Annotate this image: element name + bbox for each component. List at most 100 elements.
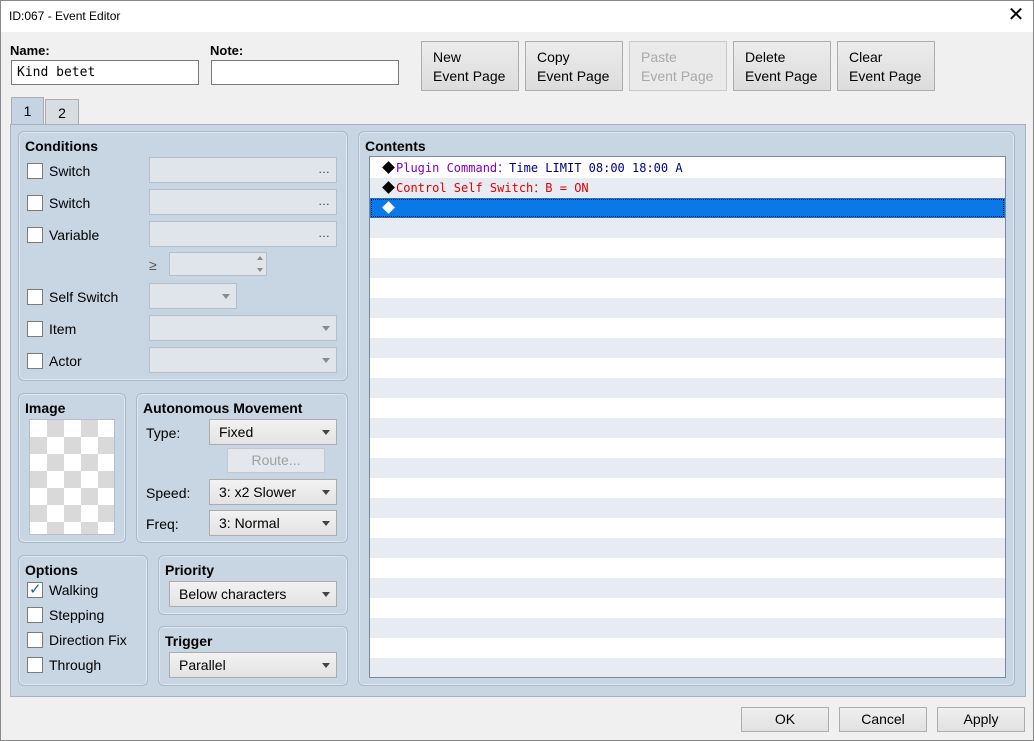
spin-down-icon[interactable] — [257, 268, 263, 272]
movement-speed-value: 3: x2 Slower — [219, 484, 297, 500]
chevron-down-icon — [322, 326, 330, 331]
variable-value-spinner[interactable] — [169, 252, 267, 276]
direction-fix-checkbox[interactable] — [27, 632, 43, 648]
condition-checkbox[interactable] — [27, 353, 43, 369]
clear-event-page-button[interactable]: Clear Event Page — [837, 41, 935, 91]
condition-label: Variable — [49, 227, 100, 243]
condition-picker[interactable]: … — [149, 157, 337, 183]
stepping-checkbox[interactable] — [27, 607, 43, 623]
condition-dropdown[interactable] — [149, 315, 337, 341]
chevron-down-icon — [322, 490, 330, 495]
chevron-down-icon — [322, 592, 330, 597]
apply-button[interactable]: Apply — [937, 707, 1025, 732]
command-row[interactable] — [370, 318, 1005, 338]
movement-speed-dropdown[interactable]: 3: x2 Slower — [209, 479, 337, 505]
command-row[interactable] — [370, 298, 1005, 318]
spin-up-icon[interactable] — [257, 256, 263, 260]
command-row[interactable] — [370, 578, 1005, 598]
command-row[interactable] — [370, 378, 1005, 398]
command-row[interactable] — [370, 618, 1005, 638]
delete-event-page-button[interactable]: Delete Event Page — [733, 41, 831, 91]
movement-freq-dropdown[interactable]: 3: Normal — [209, 510, 337, 536]
name-input[interactable]: Kind betet — [11, 60, 199, 85]
command-row[interactable] — [370, 638, 1005, 658]
priority-dropdown[interactable]: Below characters — [169, 581, 337, 607]
command-row[interactable] — [370, 398, 1005, 418]
chevron-down-icon — [322, 663, 330, 668]
contents-title: Contents — [365, 138, 426, 154]
button-label-line2: Event Page — [641, 68, 714, 84]
movement-type-dropdown[interactable]: Fixed — [209, 419, 337, 445]
tab-page-2[interactable]: 2 — [45, 99, 79, 127]
command-row[interactable] — [370, 418, 1005, 438]
through-checkbox[interactable] — [27, 657, 43, 673]
trigger-title: Trigger — [165, 633, 213, 649]
trigger-value: Parallel — [179, 657, 226, 673]
command-row[interactable]: Plugin Command：Time LIMIT 08:00 18:00 A — [370, 158, 1005, 178]
command-row[interactable] — [370, 538, 1005, 558]
command-row[interactable] — [370, 258, 1005, 278]
diamond-icon — [382, 181, 395, 194]
close-icon[interactable]: ✕ — [1005, 5, 1027, 27]
image-title: Image — [25, 400, 66, 416]
condition-checkbox[interactable] — [27, 195, 43, 211]
command-row[interactable] — [370, 358, 1005, 378]
command-args: B = ON — [545, 181, 589, 195]
options-title: Options — [25, 562, 78, 578]
cancel-button[interactable]: Cancel — [839, 707, 927, 732]
condition-picker[interactable]: … — [149, 221, 337, 247]
priority-value: Below characters — [179, 586, 287, 602]
condition-label: Switch — [49, 163, 91, 179]
command-row[interactable] — [370, 658, 1005, 677]
condition-picker[interactable]: … — [149, 189, 337, 215]
ellipsis-icon: … — [318, 162, 330, 176]
command-row[interactable] — [370, 198, 1005, 218]
condition-checkbox[interactable] — [27, 163, 43, 179]
command-row[interactable] — [370, 238, 1005, 258]
command-row[interactable]: Control Self Switch：B = ON — [370, 178, 1005, 198]
button-label-line2: Event Page — [745, 68, 818, 84]
speed-label: Speed: — [146, 485, 191, 501]
command-row[interactable] — [370, 558, 1005, 578]
tab-page-1[interactable]: 1 — [11, 97, 44, 127]
priority-title: Priority — [165, 562, 215, 578]
ok-button[interactable]: OK — [741, 707, 829, 732]
condition-checkbox[interactable] — [27, 227, 43, 243]
command-row[interactable] — [370, 438, 1005, 458]
command-row[interactable] — [370, 278, 1005, 298]
command-separator: ： — [497, 161, 510, 175]
walking-checkbox[interactable] — [27, 580, 43, 598]
button-label-line2: Event Page — [433, 68, 506, 84]
command-row[interactable] — [370, 458, 1005, 478]
diamond-icon — [382, 201, 395, 214]
movement-type-value: Fixed — [219, 424, 254, 440]
button-label-line1: Copy — [537, 49, 570, 65]
condition-checkbox[interactable] — [27, 289, 43, 305]
chevron-down-icon — [222, 294, 230, 299]
event-image-preview[interactable] — [29, 419, 115, 535]
condition-label: Actor — [49, 353, 82, 369]
command-row[interactable] — [370, 518, 1005, 538]
condition-dropdown[interactable] — [149, 283, 237, 309]
note-input[interactable] — [211, 60, 399, 85]
copy-event-page-button[interactable]: Copy Event Page — [525, 41, 623, 91]
chevron-down-icon — [322, 430, 330, 435]
command-row[interactable] — [370, 338, 1005, 358]
condition-checkbox[interactable] — [27, 321, 43, 337]
option-label: Walking — [49, 582, 99, 598]
command-row[interactable] — [370, 478, 1005, 498]
command-row[interactable] — [370, 218, 1005, 238]
ellipsis-icon: … — [318, 194, 330, 208]
conditions-title: Conditions — [25, 138, 99, 154]
event-command-list[interactable]: Plugin Command：Time LIMIT 08:00 18:00 AC… — [369, 156, 1006, 678]
button-label-line2: Event Page — [849, 68, 922, 84]
paste-event-page-button[interactable]: Paste Event Page — [629, 41, 727, 91]
condition-dropdown[interactable] — [149, 347, 337, 373]
command-row[interactable] — [370, 498, 1005, 518]
new-event-page-button[interactable]: New Event Page — [421, 41, 519, 91]
command-row[interactable] — [370, 598, 1005, 618]
autonomous-movement-title: Autonomous Movement — [143, 400, 303, 416]
trigger-dropdown[interactable]: Parallel — [169, 652, 337, 678]
route-button[interactable]: Route... — [227, 448, 325, 473]
chevron-down-icon — [322, 358, 330, 363]
